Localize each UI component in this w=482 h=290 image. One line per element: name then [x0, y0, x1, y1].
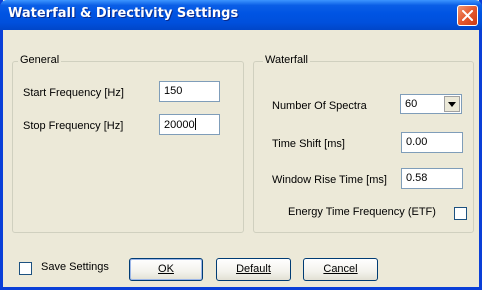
stop-frequency-label: Stop Frequency [Hz] — [23, 120, 124, 132]
time-shift-value: 0.00 — [406, 136, 428, 148]
start-frequency-field[interactable]: 150 — [159, 81, 220, 102]
ok-button-label: OK — [158, 263, 174, 275]
close-button[interactable] — [457, 5, 478, 26]
window-rise-time-field[interactable]: 0.58 — [401, 168, 463, 189]
cancel-button[interactable]: Cancel — [303, 258, 378, 281]
number-of-spectra-label: Number Of Spectra — [272, 100, 367, 112]
etf-checkbox[interactable] — [454, 207, 467, 220]
settings-dialog: Waterfall & Directivity Settings General… — [0, 0, 482, 290]
start-frequency-value: 150 — [164, 85, 183, 97]
time-shift-field[interactable]: 0.00 — [401, 132, 463, 153]
start-frequency-label: Start Frequency [Hz] — [23, 87, 124, 99]
text-caret — [194, 118, 196, 130]
window-rise-time-value: 0.58 — [406, 172, 428, 184]
save-settings-checkbox[interactable] — [19, 262, 32, 275]
window-rise-time-label: Window Rise Time [ms] — [272, 174, 387, 186]
window-title: Waterfall & Directivity Settings — [8, 6, 239, 21]
stop-frequency-value: 20000 — [164, 119, 195, 131]
etf-label: Energy Time Frequency (ETF) — [288, 206, 436, 218]
waterfall-group-label: Waterfall — [263, 54, 310, 66]
dropdown-button[interactable] — [444, 96, 460, 112]
ok-button[interactable]: OK — [129, 258, 203, 281]
time-shift-label: Time Shift [ms] — [272, 138, 345, 150]
general-group-label: General — [18, 54, 62, 66]
number-of-spectra-dropdown[interactable]: 60 — [400, 94, 462, 114]
title-bar[interactable]: Waterfall & Directivity Settings — [0, 0, 482, 30]
save-settings-label: Save Settings — [41, 261, 109, 273]
number-of-spectra-value: 60 — [405, 98, 418, 110]
close-icon — [462, 10, 473, 21]
cancel-button-label: Cancel — [323, 263, 358, 275]
default-button[interactable]: Default — [216, 258, 291, 281]
stop-frequency-field[interactable]: 20000 — [159, 114, 220, 135]
default-button-label: Default — [236, 263, 271, 275]
chevron-down-icon — [448, 102, 456, 107]
